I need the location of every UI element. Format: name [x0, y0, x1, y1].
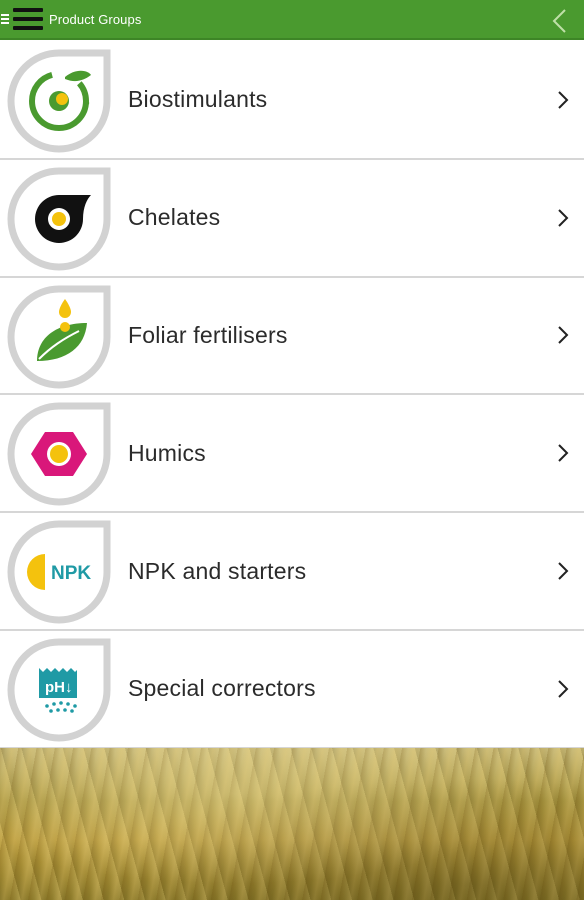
chevron-left-icon[interactable]: [550, 8, 570, 34]
chevron-right-icon: [558, 208, 569, 227]
menu-button[interactable]: [0, 0, 43, 39]
hamburger-icon: [13, 8, 43, 30]
list-item-label: Chelates: [128, 204, 221, 231]
list-item-npk-and-starters[interactable]: NPK NPK and starters: [0, 513, 584, 631]
list-item-foliar-fertilisers[interactable]: Foliar fertilisers: [0, 277, 584, 396]
list-item-label: NPK and starters: [128, 557, 307, 584]
list-item-chelates[interactable]: Chelates: [0, 159, 584, 278]
list-item-label: Special correctors: [128, 675, 316, 702]
page-title: Product Groups: [49, 11, 142, 27]
foliar-fertilisers-icon: [7, 285, 111, 389]
list-item-special-correctors[interactable]: pH↓ Special correctors: [0, 630, 584, 749]
list-item-label: Foliar fertilisers: [128, 321, 288, 348]
chevron-right-icon: [558, 680, 569, 698]
special-correctors-icon: pH↓: [7, 638, 111, 742]
chevron-right-icon: [558, 91, 569, 109]
chelates-icon: [7, 167, 111, 271]
list-item-biostimulants[interactable]: Biostimulants: [0, 42, 584, 160]
humics-icon: [7, 402, 111, 506]
npk-icon-text: NPK: [51, 563, 91, 584]
small-menu-icon: [1, 12, 9, 26]
biostimulants-icon: [7, 49, 111, 153]
ph-icon-text: pH↓: [45, 679, 73, 696]
wheat-field-photo: [0, 748, 584, 900]
list-item-humics[interactable]: Humics: [0, 395, 584, 514]
chevron-right-icon: [558, 444, 569, 462]
list-item-label: Biostimulants: [128, 86, 268, 113]
product-group-list: Biostimulants Chelates Foliar fertiliser…: [0, 42, 584, 749]
app-bar: Product Groups: [0, 0, 584, 40]
chevron-right-icon: [558, 326, 569, 345]
chevron-right-icon: [558, 562, 569, 580]
list-item-label: Humics: [128, 439, 206, 466]
npk-icon: NPK: [7, 520, 111, 624]
